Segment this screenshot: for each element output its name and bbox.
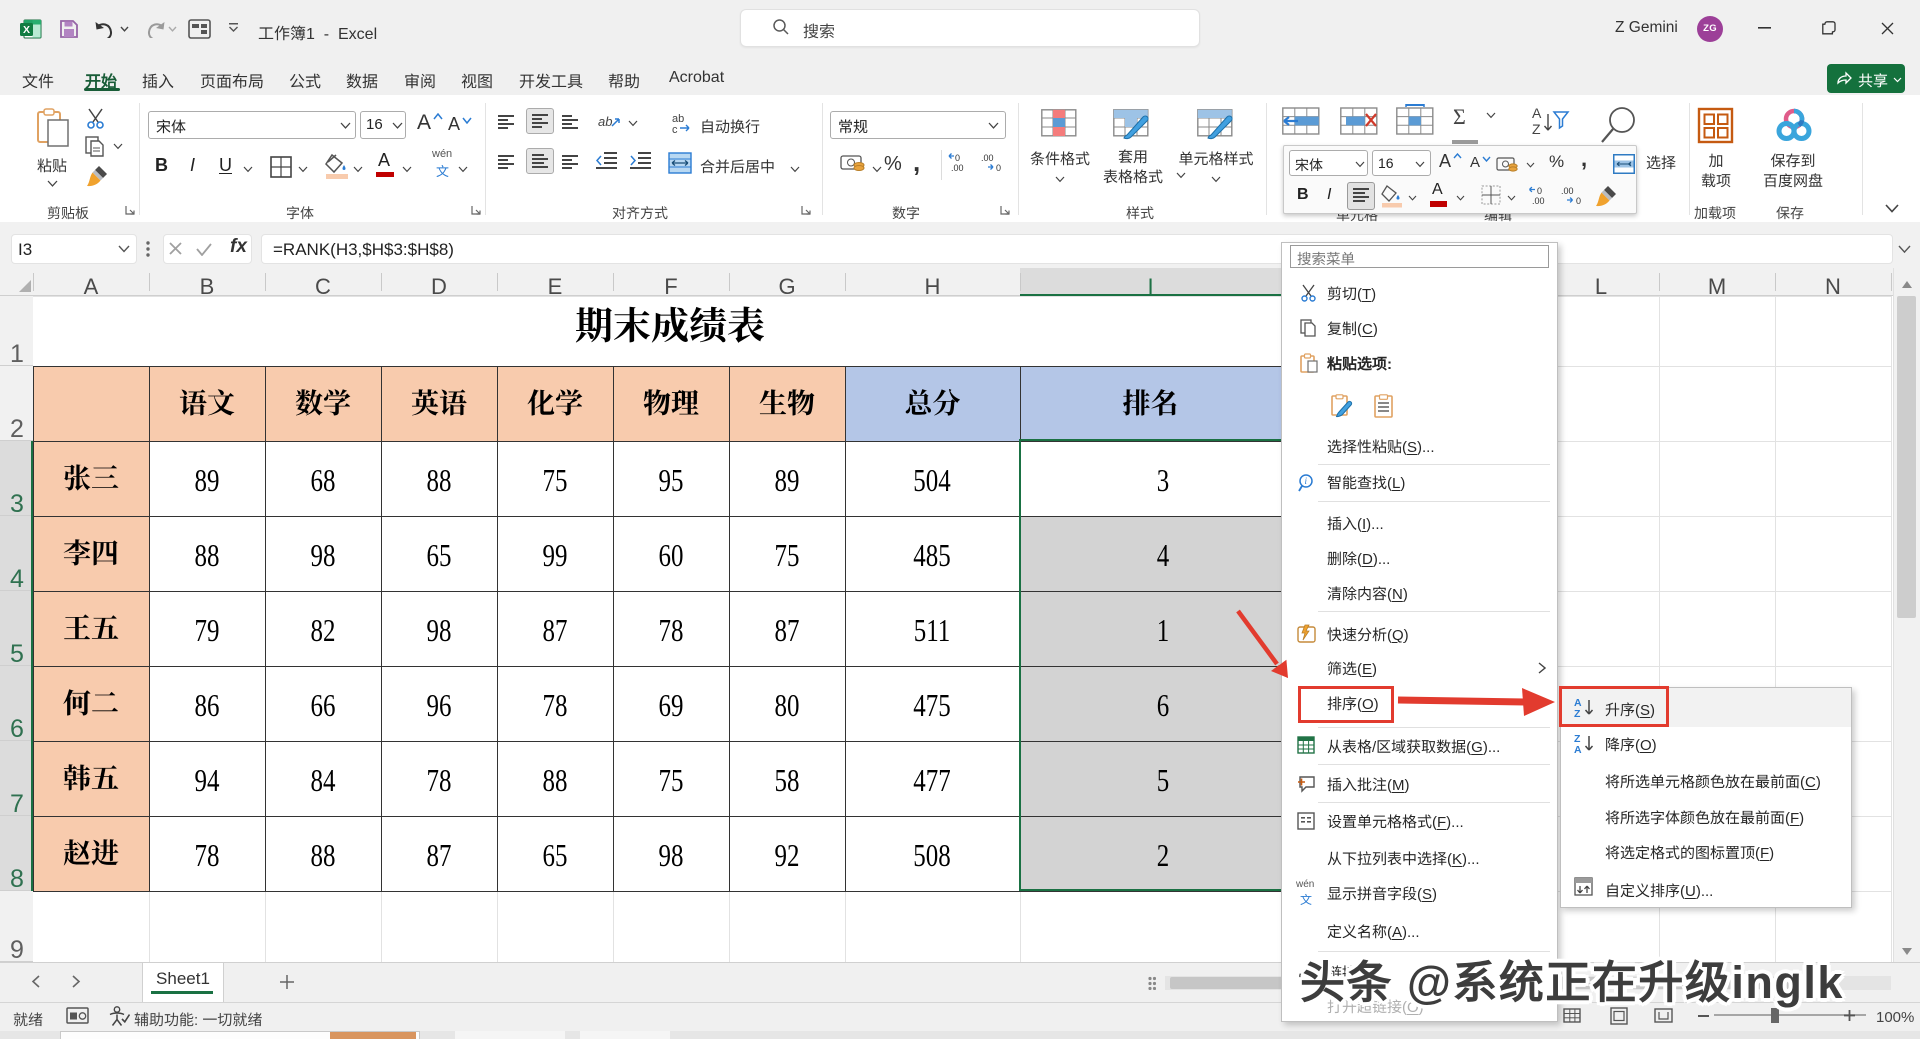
svg-text:.00: .00: [1532, 196, 1545, 205]
svg-text:ab: ab: [598, 114, 612, 129]
svg-text:X: X: [23, 24, 30, 36]
svg-text:Σ: Σ: [1453, 104, 1466, 129]
svg-text:.00: .00: [1561, 186, 1574, 196]
svg-text:0: 0: [955, 153, 960, 163]
svg-text:0: 0: [1576, 196, 1581, 205]
svg-text:i: i: [1305, 476, 1308, 486]
svg-text:.00: .00: [981, 153, 994, 163]
svg-text:c: c: [672, 124, 678, 134]
svg-text:.00: .00: [951, 163, 964, 172]
svg-text:Z: Z: [1532, 121, 1541, 137]
svg-text:0: 0: [1537, 186, 1542, 196]
svg-text:0: 0: [996, 163, 1001, 172]
svg-text:A: A: [1532, 105, 1542, 121]
svg-text:A: A: [1574, 744, 1582, 754]
